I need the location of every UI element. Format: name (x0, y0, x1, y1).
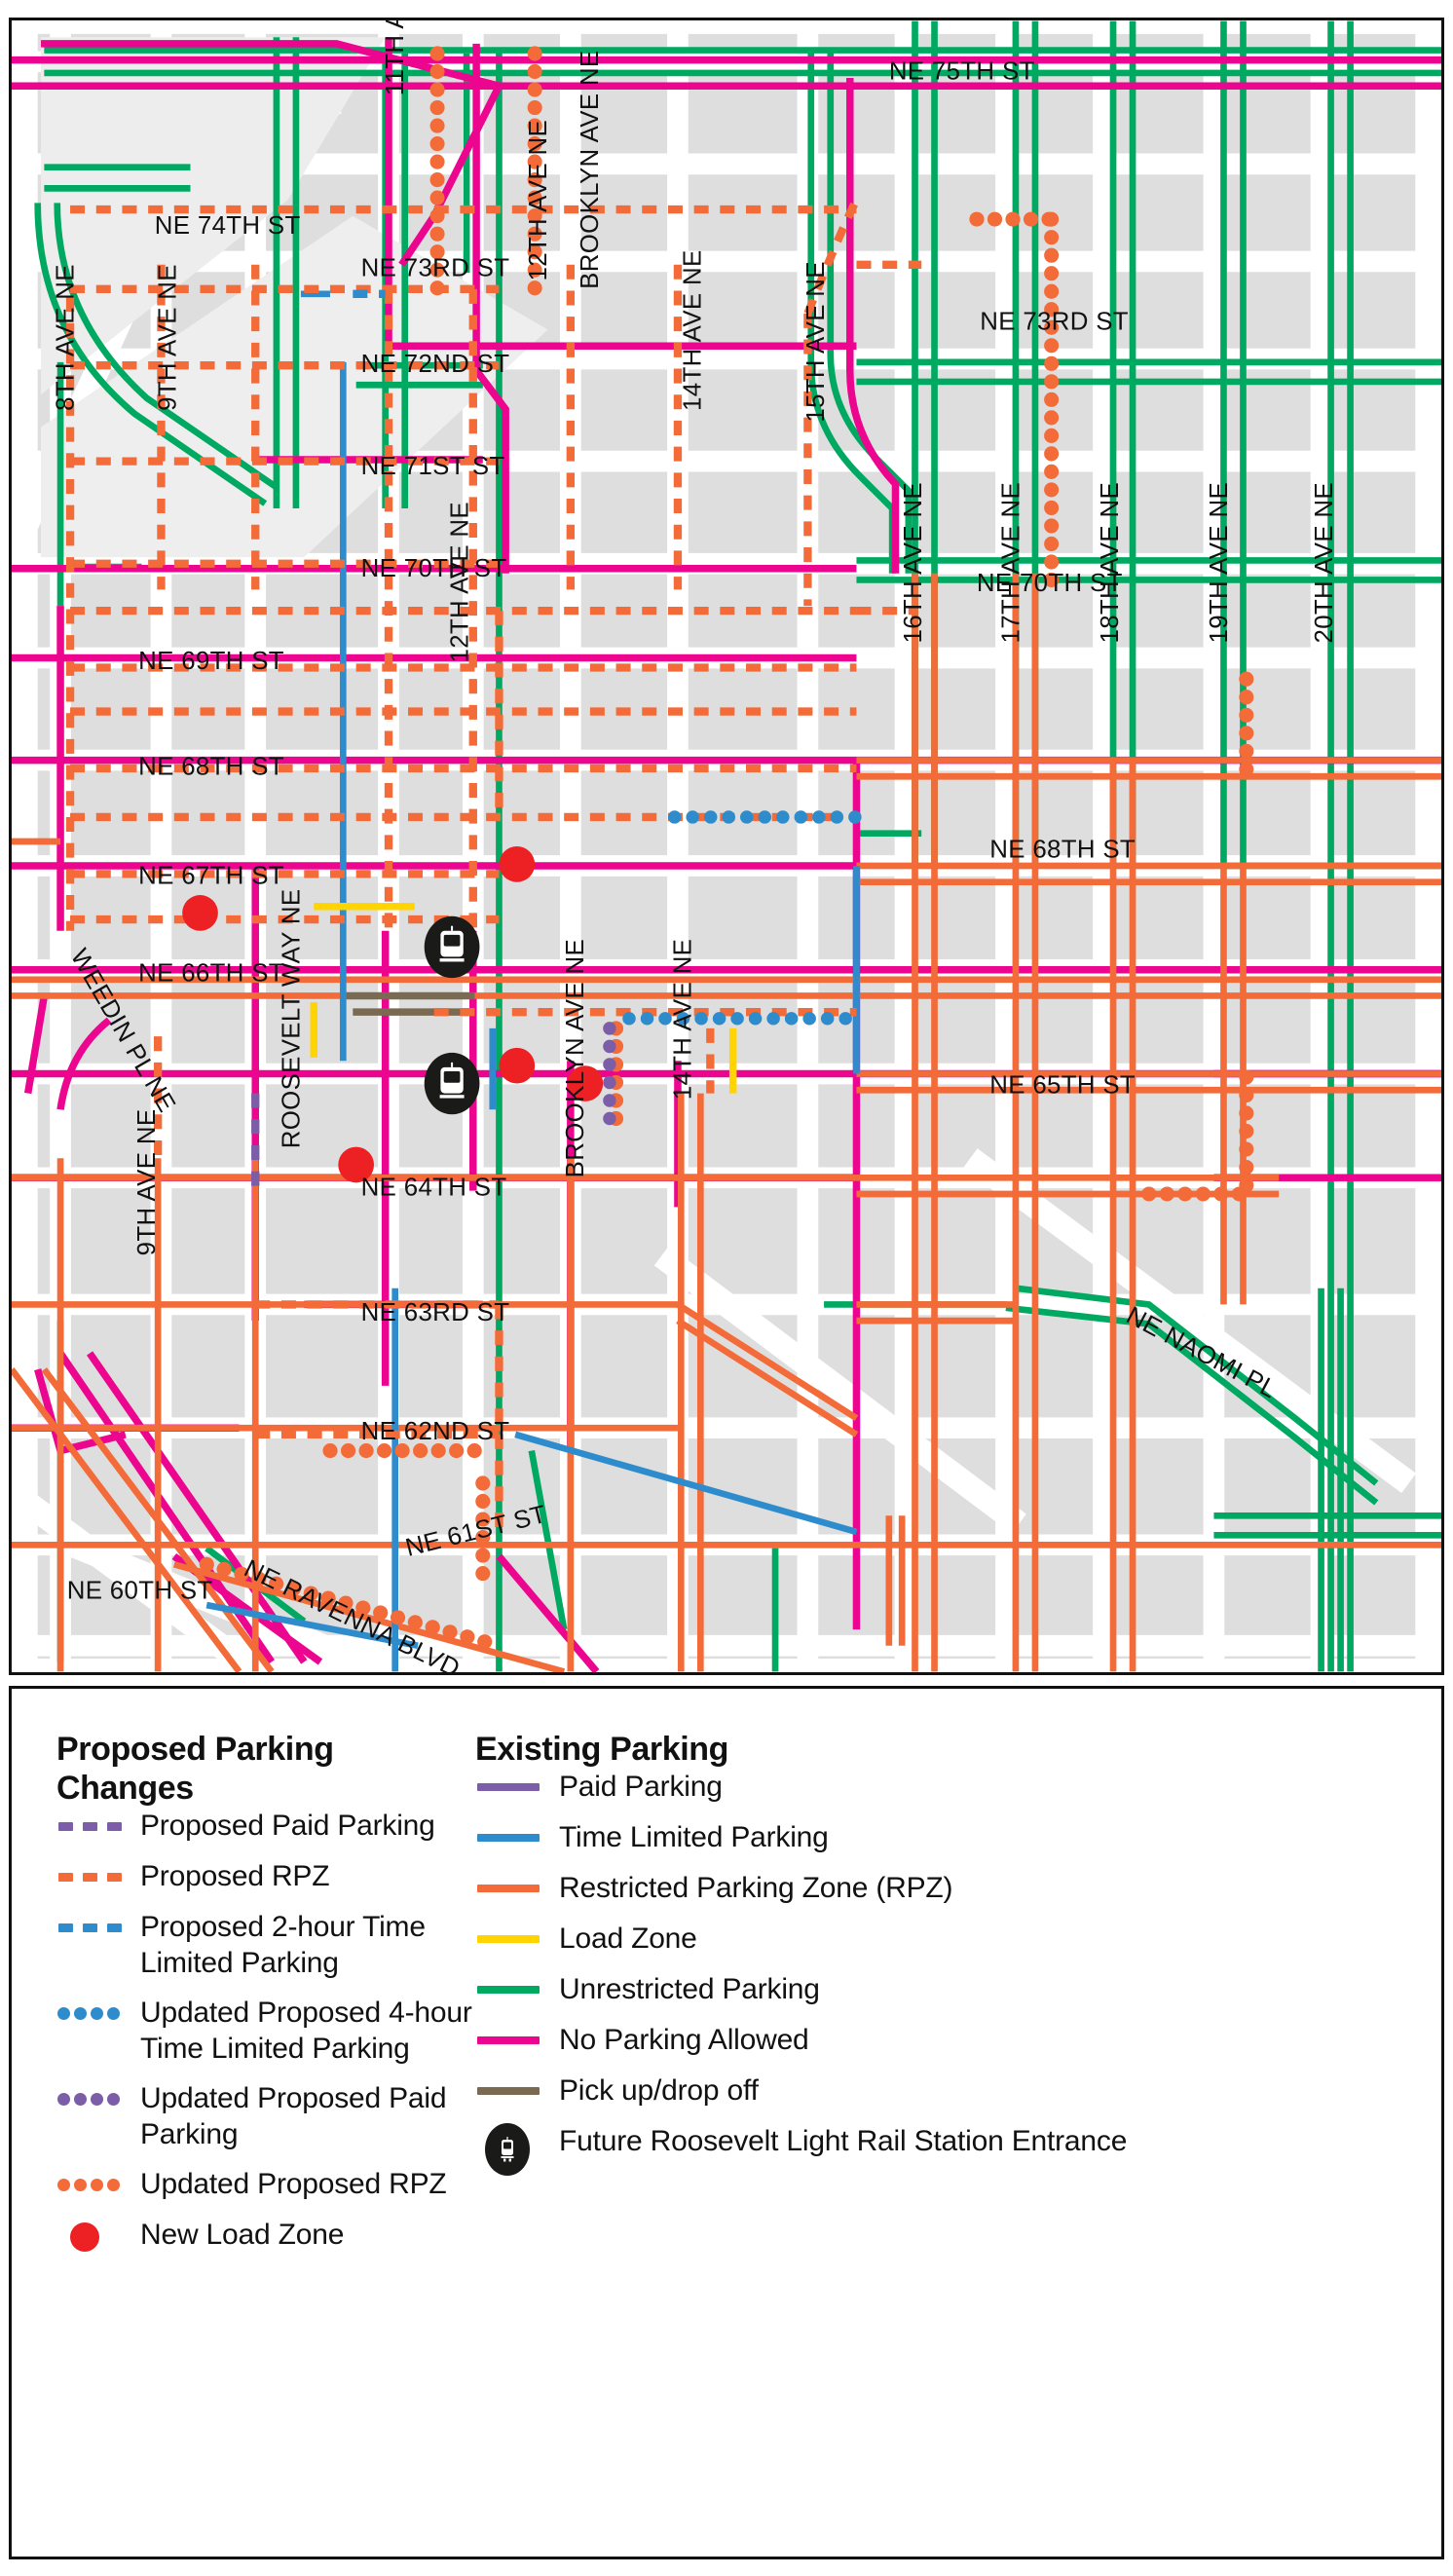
legend-swatch-dashed (56, 1808, 125, 1845)
parking-map-page: .blk{fill:#dedede;} .cas{stroke:#ffffff;… (0, 0, 1453, 2576)
legend-item-label: Updated Proposed RPZ (140, 2168, 447, 2200)
street-label: NE 64TH ST (361, 1175, 507, 1202)
legend-title-existing: Existing Parking (475, 1731, 729, 1768)
legend-swatch-solid (475, 1921, 543, 1958)
legend-item[interactable]: Paid Parking (475, 1769, 1410, 1806)
legend-item-label: Proposed Paid Parking (140, 1810, 435, 1842)
legend-item[interactable]: Pick up/drop off (475, 2072, 1410, 2109)
street-label: NE 70TH ST (361, 555, 507, 582)
street-label: NE 75TH ST (889, 58, 1035, 86)
map-graphic: .blk{fill:#dedede;} .cas{stroke:#ffffff;… (12, 20, 1441, 1672)
street-label: 11TH AVE NE (382, 20, 409, 95)
street-label: 20TH AVE NE (1311, 482, 1338, 644)
legend-item-label: Pick up/drop off (559, 2074, 759, 2107)
street-label: BROOKLYN AVE NE (562, 939, 589, 1177)
street-label: 14TH AVE NE (669, 939, 696, 1101)
street-label: NE 72ND ST (361, 351, 510, 378)
legend-item[interactable]: No Parking Allowed (475, 2022, 1410, 2059)
street-label: NE 73RD ST (361, 254, 510, 281)
street-label: ROOSEVELT WAY NE (278, 889, 305, 1149)
street-label: NE 63RD ST (361, 1299, 510, 1326)
legend-item[interactable]: Future Roosevelt Light Rail Station Entr… (475, 2123, 1410, 2178)
legend-item-label: New Load Zone (140, 2219, 345, 2251)
legend-item-label: Unrestricted Parking (559, 1973, 820, 2005)
legend-item-label: Time Limited Parking (559, 1821, 829, 1853)
legend-item-label: Proposed RPZ (140, 1860, 330, 1892)
street-label: 8TH AVE NE (52, 264, 79, 411)
legend-item-label: Paid Parking (559, 1771, 723, 1803)
legend-item[interactable]: Proposed Paid Parking (56, 1808, 475, 1845)
street-label: 9TH AVE NE (133, 1109, 161, 1256)
legend-item-label: Updated Proposed Paid Parking (140, 2082, 447, 2150)
street-label: NE 65TH ST (989, 1072, 1136, 1100)
legend-item[interactable]: Time Limited Parking (475, 1819, 1410, 1856)
street-label: NE 68TH ST (989, 837, 1136, 864)
legend-swatch-dotted (56, 1995, 125, 2032)
legend-items-proposed: Proposed Paid Parking Proposed RPZ Propose… (56, 1808, 475, 2254)
legend-swatch-solid (475, 1870, 543, 1907)
street-label: NE 67TH ST (138, 862, 284, 889)
street-label: BROOKLYN AVE NE (577, 50, 604, 288)
legend-swatch-solid (475, 1971, 543, 2008)
street-label: 9TH AVE NE (154, 264, 181, 411)
legend-swatch-solid (475, 2022, 543, 2059)
legend-item-label: Updated Proposed 4-hour Time Limited Par… (140, 1997, 472, 2065)
street-label: NE 74TH ST (155, 212, 301, 240)
legend-item[interactable]: Updated Proposed 4-hour Time Limited Par… (56, 1995, 475, 2067)
light-rail-station-icon (475, 2123, 543, 2178)
street-label: NE 60TH ST (67, 1577, 213, 1604)
street-label: 16TH AVE NE (900, 482, 927, 644)
street-label: NE 68TH ST (138, 754, 284, 781)
legend-swatch-dashed (56, 1858, 125, 1895)
legend-column-proposed: Proposed Parking Changes Proposed Paid P… (56, 1689, 475, 2267)
street-label: 19TH AVE NE (1206, 482, 1233, 644)
street-label: NE 73RD ST (980, 309, 1129, 336)
legend-swatch-dashed (56, 1909, 125, 1946)
legend-swatch-solid (475, 1819, 543, 1856)
legend-items-existing: Paid Parking Time Limited Parking Restrict… (475, 1769, 1410, 2178)
street-label: NE 62ND ST (361, 1418, 510, 1445)
legend-item[interactable]: Proposed 2-hour Time Limited Parking (56, 1909, 475, 1981)
legend-item[interactable]: Updated Proposed RPZ (56, 2166, 475, 2203)
legend-item[interactable]: Proposed RPZ (56, 1858, 475, 1895)
legend-item-label: Load Zone (559, 1923, 697, 1955)
map-legend: Proposed Parking Changes Proposed Paid P… (9, 1686, 1444, 2559)
street-label: 17TH AVE NE (997, 482, 1025, 644)
legend-item-label: Restricted Parking Zone (RPZ) (559, 1872, 953, 1904)
legend-item-label: No Parking Allowed (559, 2024, 809, 2056)
legend-column-existing: Existing Parking Paid Parking Time Limite… (475, 1689, 1410, 2191)
street-label: 14TH AVE NE (679, 249, 706, 411)
legend-swatch-solid (475, 2072, 543, 2109)
street-label: NE 69TH ST (138, 648, 284, 675)
street-label: 12TH AVE NE (525, 120, 552, 280)
legend-item[interactable]: Load Zone (475, 1921, 1410, 1958)
map-canvas[interactable]: .blk{fill:#dedede;} .cas{stroke:#ffffff;… (9, 18, 1444, 1675)
street-label: 18TH AVE NE (1097, 482, 1124, 644)
legend-item[interactable]: Restricted Parking Zone (RPZ) (475, 1870, 1410, 1907)
legend-item-label: Future Roosevelt Light Rail Station Entr… (559, 2125, 1128, 2157)
street-label: 15TH AVE NE (802, 261, 830, 423)
legend-swatch-load-zone-dot (56, 2217, 125, 2254)
legend-swatch-dotted (56, 2080, 125, 2117)
legend-swatch-solid (475, 1769, 543, 1806)
legend-item[interactable]: Updated Proposed Paid Parking (56, 2080, 475, 2152)
street-label: NE 66TH ST (138, 959, 284, 987)
street-label: NE 71ST ST (361, 453, 505, 480)
legend-item[interactable]: Unrestricted Parking (475, 1971, 1410, 2008)
legend-title-proposed: Proposed Parking Changes (56, 1731, 334, 1807)
legend-item[interactable]: New Load Zone (56, 2217, 475, 2254)
legend-swatch-dotted (56, 2166, 125, 2203)
street-label: 12TH AVE NE (447, 502, 474, 663)
legend-item-label: Proposed 2-hour Time Limited Parking (140, 1911, 426, 1979)
